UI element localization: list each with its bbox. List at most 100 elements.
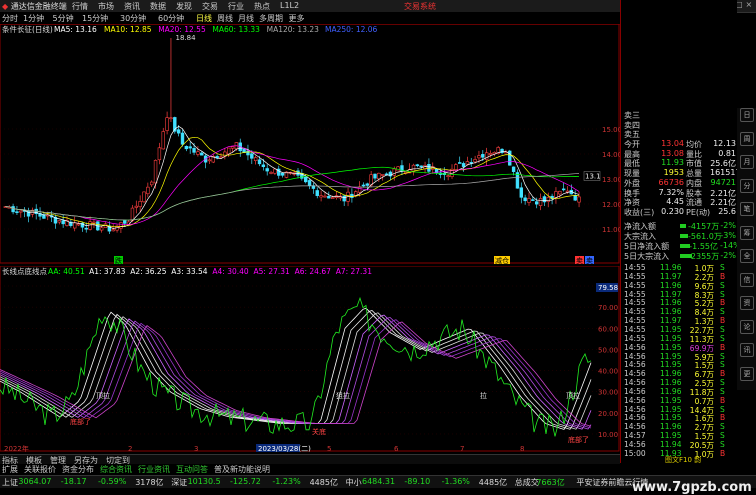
index-field[interactable]: 10130.5 — [188, 477, 221, 486]
quote-value: 12.13 — [713, 139, 736, 148]
candle-body — [11, 206, 15, 213]
candle-body — [538, 198, 543, 206]
side-button[interactable]: 筹 — [740, 225, 754, 240]
side-button[interactable]: 资 — [740, 296, 754, 310]
menu-item[interactable]: 热点 — [254, 1, 280, 12]
side-button[interactable]: 全 — [740, 249, 754, 263]
index-field[interactable]: 4485亿 — [310, 477, 338, 488]
candle-body — [188, 146, 192, 149]
candle-body — [92, 221, 96, 224]
menu-item[interactable]: 数据 — [150, 1, 176, 12]
function-tab[interactable]: 行业资讯 — [138, 464, 170, 475]
function-tab[interactable]: 互动问答 — [176, 464, 208, 475]
tick-time: 14:55 — [624, 298, 646, 308]
candle-body — [123, 220, 127, 224]
indicator-chart[interactable]: 长线点底线点 AA: 40.51 A1: 37.83 A2: 36.25 A3: 33.… — [0, 266, 620, 452]
side-toolbar: 日周月分笔筹全信资论讯更 — [737, 108, 756, 390]
period-tab[interactable]: 5分钟 — [53, 13, 74, 24]
candle-body — [446, 175, 450, 177]
period-tab[interactable]: 月线 — [238, 13, 254, 24]
quote-value: 13.08 — [661, 148, 684, 158]
quote-row: 收益(三) 0.230 PE(动) 25.6 — [624, 207, 736, 217]
tick-time: 14:56 — [624, 395, 646, 405]
index-field[interactable]: 总成交 — [515, 477, 539, 488]
index-field[interactable]: 7663亿 — [536, 477, 564, 488]
tick-time: 14:55 — [624, 263, 646, 272]
trade-button[interactable]: 交易系统 — [404, 1, 436, 12]
side-button[interactable]: 周 — [740, 131, 754, 146]
tick-price: 11.95 — [660, 333, 682, 343]
index-field[interactable]: -0.59% — [98, 477, 126, 486]
period-tab[interactable]: 分时 — [2, 13, 18, 24]
index-field[interactable]: 3064.07 — [18, 477, 51, 486]
menu-item[interactable]: L1L2 — [280, 1, 306, 12]
period-tab[interactable]: 15分钟 — [82, 13, 108, 24]
candle-body — [261, 164, 266, 168]
candle-body — [473, 159, 477, 163]
menu-item[interactable]: 发现 — [176, 1, 202, 12]
side-button[interactable]: 论 — [740, 319, 754, 334]
signal-annotation: 顶拉 — [566, 391, 580, 400]
menu-item[interactable]: 市场 — [98, 1, 124, 12]
index-field[interactable]: 6484.31 — [362, 477, 395, 486]
menu-item[interactable]: 资讯 — [124, 1, 150, 12]
function-tab[interactable]: 综合资讯 — [100, 464, 132, 475]
candle-body — [230, 146, 235, 149]
index-field[interactable]: 中小 — [346, 477, 362, 488]
watermark: www.7gpzb.com — [632, 480, 752, 495]
side-button[interactable]: 信 — [740, 272, 754, 287]
index-field[interactable]: -1.23% — [272, 477, 300, 486]
signal-annotation: 关底 — [312, 427, 326, 436]
index-field[interactable]: 3178亿 — [135, 477, 163, 488]
function-tab[interactable]: 资金分布 — [62, 464, 94, 475]
order-book-row: 卖三 — [624, 110, 736, 120]
side-button[interactable]: 更 — [740, 366, 754, 381]
candle-body — [534, 201, 539, 205]
period-tab[interactable]: 1分钟 — [23, 13, 44, 24]
quote-row: 现量 1953 总量 161517 — [624, 168, 741, 178]
function-tab[interactable]: 扩展 — [2, 464, 18, 475]
signal-annotation: 拉 — [480, 391, 487, 400]
index-field[interactable]: -18.17 — [61, 477, 87, 486]
menu-item[interactable]: 行业 — [228, 1, 254, 12]
axis-tick: 20.00 — [598, 410, 618, 418]
index-field[interactable]: -125.72 — [230, 477, 261, 486]
panel-bottom-label[interactable]: 图文F10 韵 — [665, 455, 701, 465]
side-button[interactable]: 笔 — [740, 202, 754, 216]
menu-item[interactable]: 行情 — [72, 1, 98, 12]
menu-item[interactable]: 交易 — [202, 1, 228, 12]
candle-body — [523, 197, 527, 202]
candle-body — [84, 227, 88, 230]
index-field[interactable]: 4485亿 — [479, 477, 507, 488]
tick-direction: S — [720, 280, 725, 290]
period-tab[interactable]: 更多 — [289, 13, 305, 24]
period-tab[interactable]: 周线 — [217, 13, 233, 24]
candle-body — [546, 197, 550, 202]
period-tab[interactable]: 60分钟 — [158, 13, 184, 24]
index-field[interactable]: -89.10 — [404, 477, 430, 486]
function-tab[interactable]: 关联报价 — [24, 464, 56, 475]
ma-label: MA10: 12.85 — [104, 25, 152, 34]
period-tab[interactable]: 日线 — [196, 13, 212, 24]
tick-direction: B — [720, 413, 726, 423]
side-button[interactable]: 日 — [740, 108, 754, 122]
period-tab[interactable]: 多周期 — [259, 13, 283, 24]
index-field[interactable]: -1.36% — [442, 477, 470, 486]
quote-value: 13.04 — [661, 139, 684, 148]
tick-direction: B — [720, 298, 726, 308]
tick-time: 14:57 — [624, 431, 646, 441]
tick-time: 14:56 — [624, 378, 646, 388]
side-button[interactable]: 月 — [740, 155, 754, 169]
quote-value: 0.230 — [661, 206, 684, 216]
candle-body — [465, 161, 470, 165]
function-tab[interactable]: 普及新功能说明 — [214, 464, 270, 475]
side-button[interactable]: 分 — [740, 178, 754, 193]
high-label: 18.84 — [176, 34, 197, 42]
price-tick: 12.00 — [602, 201, 620, 209]
kline-chart[interactable]: 条件长征(日线) MA5: 13.16 MA10: 12.85 MA20: 12.55… — [0, 24, 620, 264]
side-button[interactable]: 讯 — [740, 343, 754, 357]
index-field[interactable]: 深证 — [171, 477, 187, 488]
period-tab[interactable]: 30分钟 — [120, 13, 146, 24]
index-field[interactable]: 上证 — [2, 477, 18, 488]
capital-flow-row: 5日大宗流入 -2355万 -2% — [624, 251, 736, 261]
